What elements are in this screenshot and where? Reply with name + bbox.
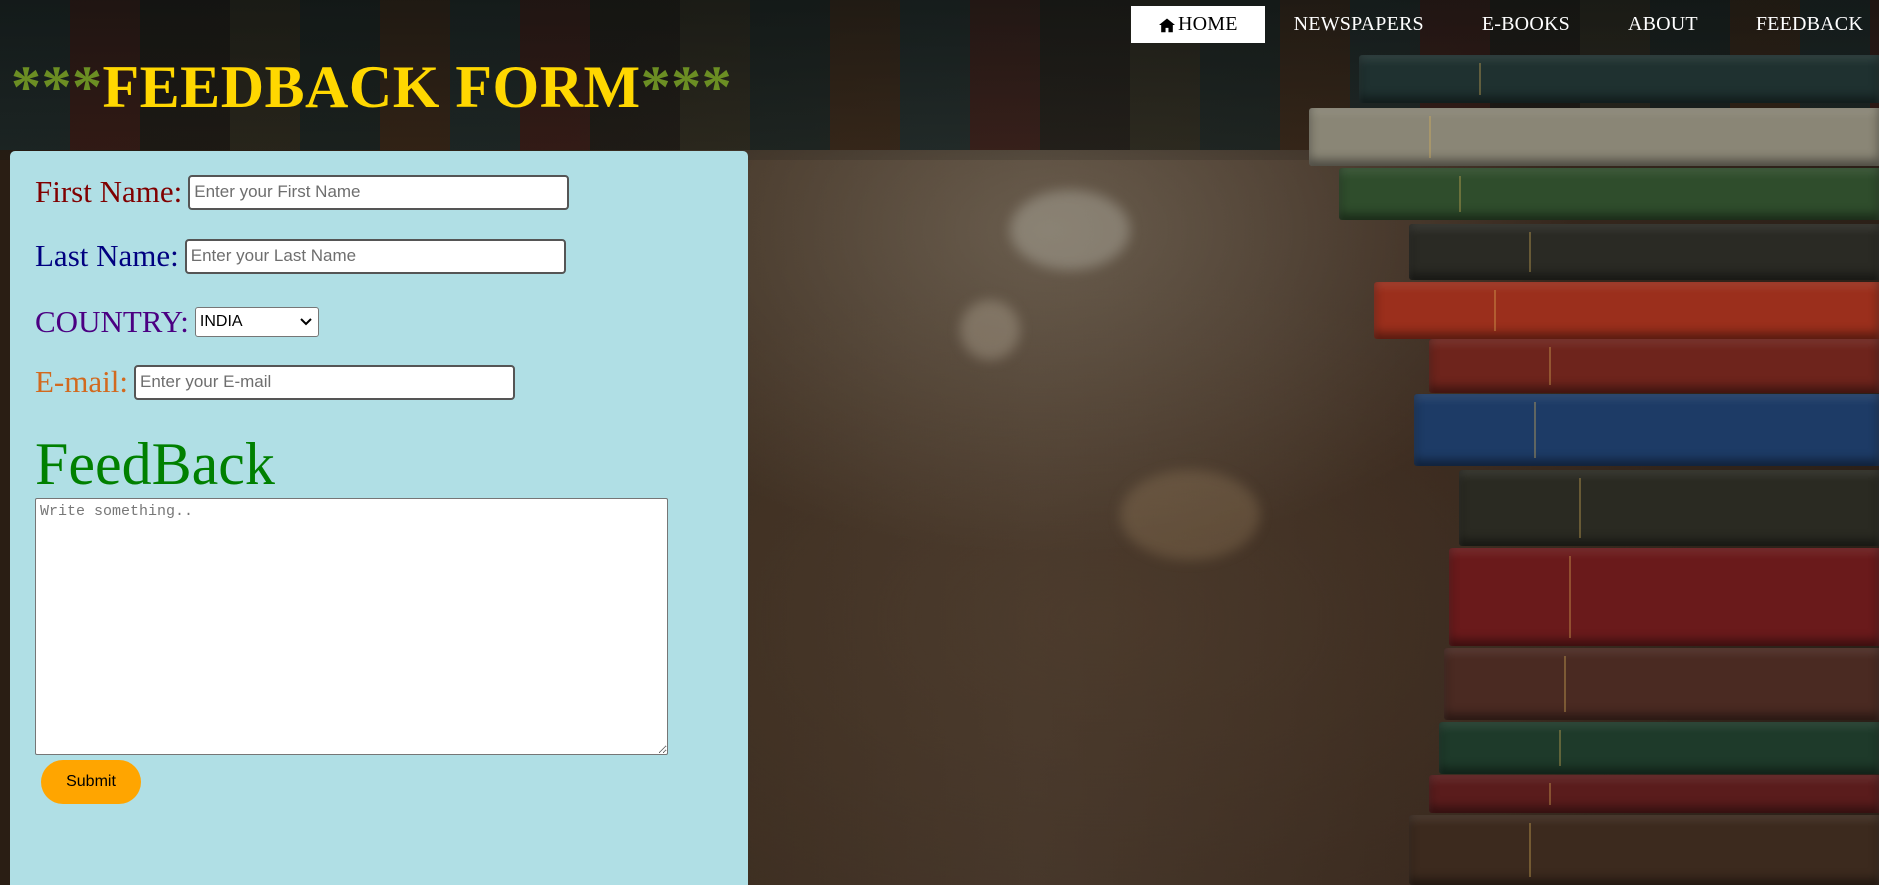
chevron-down-icon <box>300 318 312 326</box>
book-spine <box>1359 55 1879 103</box>
email-input[interactable] <box>133 364 515 400</box>
page-title-text: FEEDBACK FORM <box>102 54 641 120</box>
background-light <box>960 300 1020 360</box>
nav-feedback[interactable]: FEEDBACK <box>1727 6 1879 43</box>
last-name-label: Last Name: <box>35 238 179 273</box>
nav-ebooks[interactable]: E-BOOKS <box>1453 6 1599 43</box>
home-icon <box>1158 17 1175 32</box>
nav-feedback-label: FEEDBACK <box>1755 13 1863 35</box>
submit-button[interactable]: Submit <box>41 760 141 804</box>
first-name-row: First Name: <box>35 174 570 210</box>
nav-about[interactable]: ABOUT <box>1599 6 1727 43</box>
first-name-input[interactable] <box>188 174 570 210</box>
first-name-label: First Name: <box>35 174 183 209</box>
book-spine <box>1309 108 1879 166</box>
top-nav: HOME NEWSPAPERS E-BOOKS ABOUT FEEDBACK <box>1130 6 1879 43</box>
book-stack <box>1309 0 1879 885</box>
nav-home-label: HOME <box>1177 13 1238 35</box>
country-select[interactable]: INDIA <box>194 307 319 337</box>
feedback-textarea[interactable] <box>35 498 668 755</box>
book-spine <box>1429 775 1879 813</box>
last-name-input[interactable] <box>184 238 566 274</box>
page-title: ***FEEDBACK FORM*** <box>11 52 732 122</box>
background-light <box>1120 470 1260 560</box>
book-spine <box>1409 224 1879 280</box>
book-spine <box>1414 394 1879 466</box>
title-stars-left: *** <box>11 54 103 120</box>
book-spine <box>1409 815 1879 885</box>
nav-home[interactable]: HOME <box>1130 6 1265 43</box>
country-label: COUNTRY: <box>35 304 189 339</box>
nav-ebooks-label: E-BOOKS <box>1481 13 1570 35</box>
book-spine <box>1449 548 1879 646</box>
nav-newspapers[interactable]: NEWSPAPERS <box>1265 6 1453 43</box>
book-spine <box>1429 339 1879 393</box>
country-row: COUNTRY: INDIA <box>35 304 319 340</box>
title-stars-right: *** <box>640 54 733 120</box>
last-name-row: Last Name: <box>35 238 566 274</box>
nav-about-label: ABOUT <box>1627 13 1698 35</box>
email-row: E-mail: <box>35 364 515 400</box>
country-selected-value: INDIA <box>199 313 243 330</box>
email-label: E-mail: <box>35 364 128 399</box>
book-spine <box>1444 648 1879 720</box>
book-spine <box>1339 168 1879 220</box>
background-light <box>1010 190 1130 270</box>
feedback-heading: FeedBack <box>35 431 275 497</box>
book-spine <box>1439 722 1879 774</box>
feedback-form-panel: First Name: Last Name: COUNTRY: INDIA E-… <box>10 151 748 885</box>
nav-newspapers-label: NEWSPAPERS <box>1293 13 1424 35</box>
book-spine <box>1459 470 1879 546</box>
book-spine <box>1374 282 1879 339</box>
